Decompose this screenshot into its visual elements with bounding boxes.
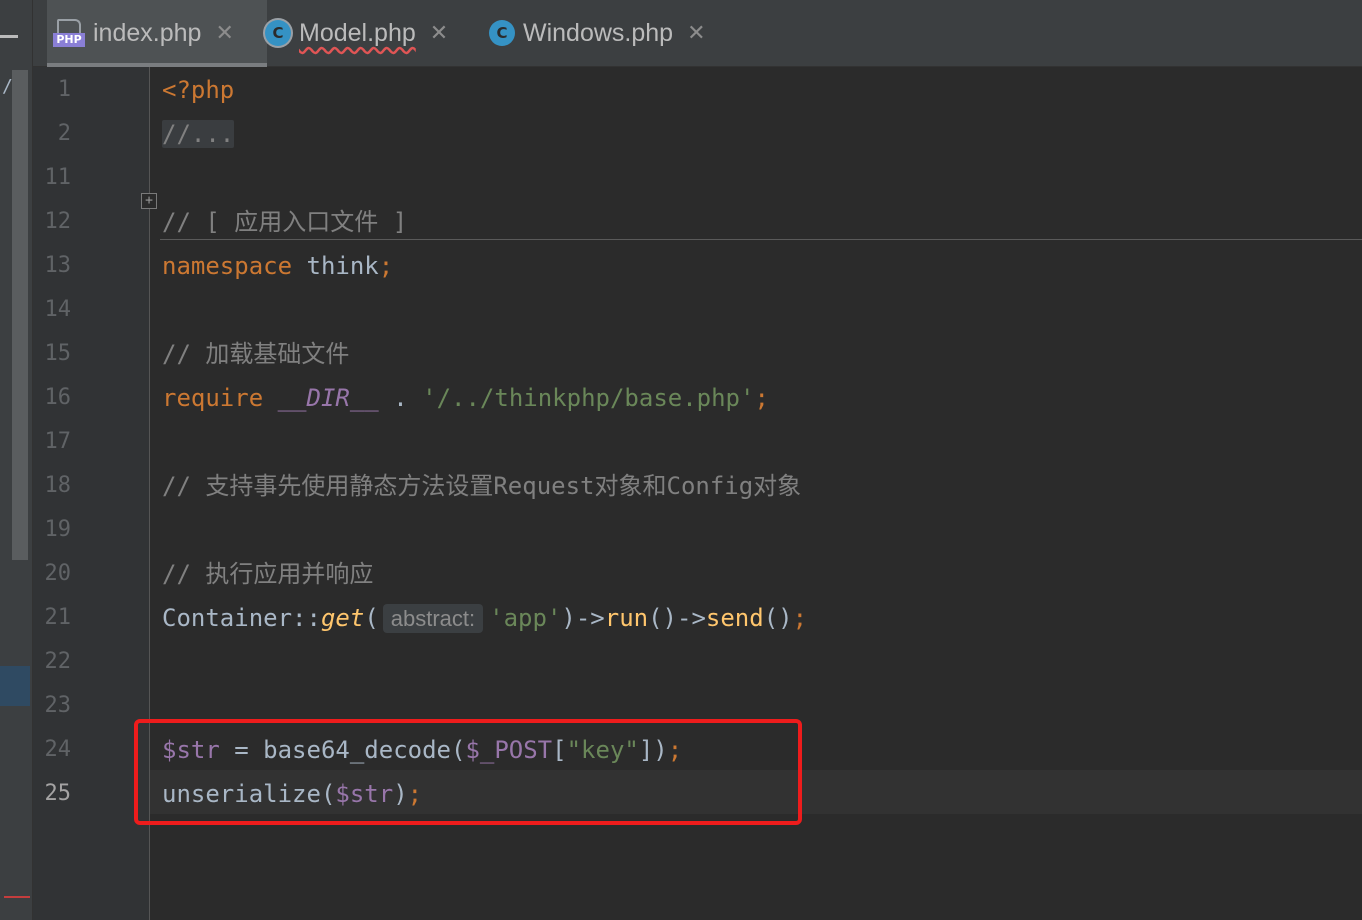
code-token: __DIR__ [277,384,379,412]
line-number-gutter[interactable]: + 1 2 11 12 13 14 15 16 17 18 19 20 21 22 23 24 25 [33,67,157,920]
line-number: 2 [57,121,71,146]
code-token: // [ 应用入口文件 ] [162,208,408,236]
code-token: run [604,604,649,632]
code-line[interactable]: // [ 应用入口文件 ] [162,200,407,244]
code-token: ; [792,604,808,632]
line-number: 16 [44,385,72,410]
tab-windows-php[interactable]: C Windows.php ✕ [489,0,729,66]
code-line[interactable]: //... [162,112,235,156]
code-token: ()-> [648,604,706,632]
project-selected-item[interactable] [0,666,30,706]
tab-model-php[interactable]: C Model.php ✕ [265,0,483,66]
code-token: Container [162,604,293,632]
code-line[interactable]: // 支持事先使用静态方法设置Request对象和Config对象 [162,464,801,508]
code-token: :: [292,604,321,632]
code-token: // 支持事先使用静态方法设置Request对象和Config对象 [162,472,802,500]
project-panel-edge[interactable]: / [0,0,33,920]
tab-label: Windows.php [523,18,674,47]
code-token: . [378,384,423,412]
code-token: <?php [162,76,235,104]
line-number: 23 [44,693,72,718]
code-line[interactable]: require __DIR__ . '/../thinkphp/base.php… [162,376,769,420]
code-line[interactable]: // 执行应用并响应 [162,552,373,596]
line-number: 19 [44,517,72,542]
line-number: 25 [44,781,72,806]
annotation-highlight-box [134,719,802,825]
code-line[interactable]: // 加载基础文件 [162,332,349,376]
line-number: 12 [44,209,72,234]
line-number: 15 [44,341,72,366]
code-token: () [763,604,793,632]
close-icon[interactable]: ✕ [687,20,705,46]
code-token: // 执行应用并响应 [162,560,374,588]
code-token: ; [378,252,394,280]
project-scrollbar[interactable] [12,70,28,560]
code-token: require [162,384,264,412]
code-token: send [705,604,764,632]
editor-tab-bar: PHP index.php ✕ C Model.php ✕ C Windows.… [33,0,1362,67]
line-number: 18 [44,473,72,498]
folded-code-placeholder[interactable]: //... [162,120,235,148]
line-number: 20 [44,561,72,586]
code-token: 'app' [489,604,562,632]
line-number: 13 [44,253,72,278]
line-number: 24 [44,737,72,762]
code-line[interactable]: Container::get(abstract:'app')->run()->s… [162,596,807,640]
line-number: 14 [44,297,72,322]
code-line[interactable]: <?php [162,68,234,112]
php-file-icon: PHP [53,19,85,47]
code-token: )-> [561,604,605,632]
error-marker [4,896,30,898]
line-number: 22 [44,649,72,674]
panel-collapse-indicator[interactable] [0,35,18,38]
code-token: get [320,604,365,632]
code-token: // 加载基础文件 [162,340,350,368]
line-number: 11 [44,165,72,190]
code-token: ; [754,384,769,412]
close-icon[interactable]: ✕ [430,20,448,46]
code-line[interactable]: namespace think; [162,244,393,288]
line-number: 21 [44,605,72,630]
line-number: 1 [57,77,71,102]
tab-label: index.php [93,18,202,47]
class-icon: C [489,20,515,46]
parameter-hint: abstract: [382,604,484,633]
line-number: 17 [44,429,72,454]
code-token: '/../thinkphp/base.php' [422,384,755,412]
tab-label: Model.php [299,18,416,47]
class-icon: C [265,20,291,46]
close-icon[interactable]: ✕ [215,20,233,46]
code-token: think [292,252,379,280]
code-token: namespace [162,252,293,280]
code-token: ( [364,604,379,632]
tab-index-php[interactable]: PHP index.php ✕ [47,0,267,67]
